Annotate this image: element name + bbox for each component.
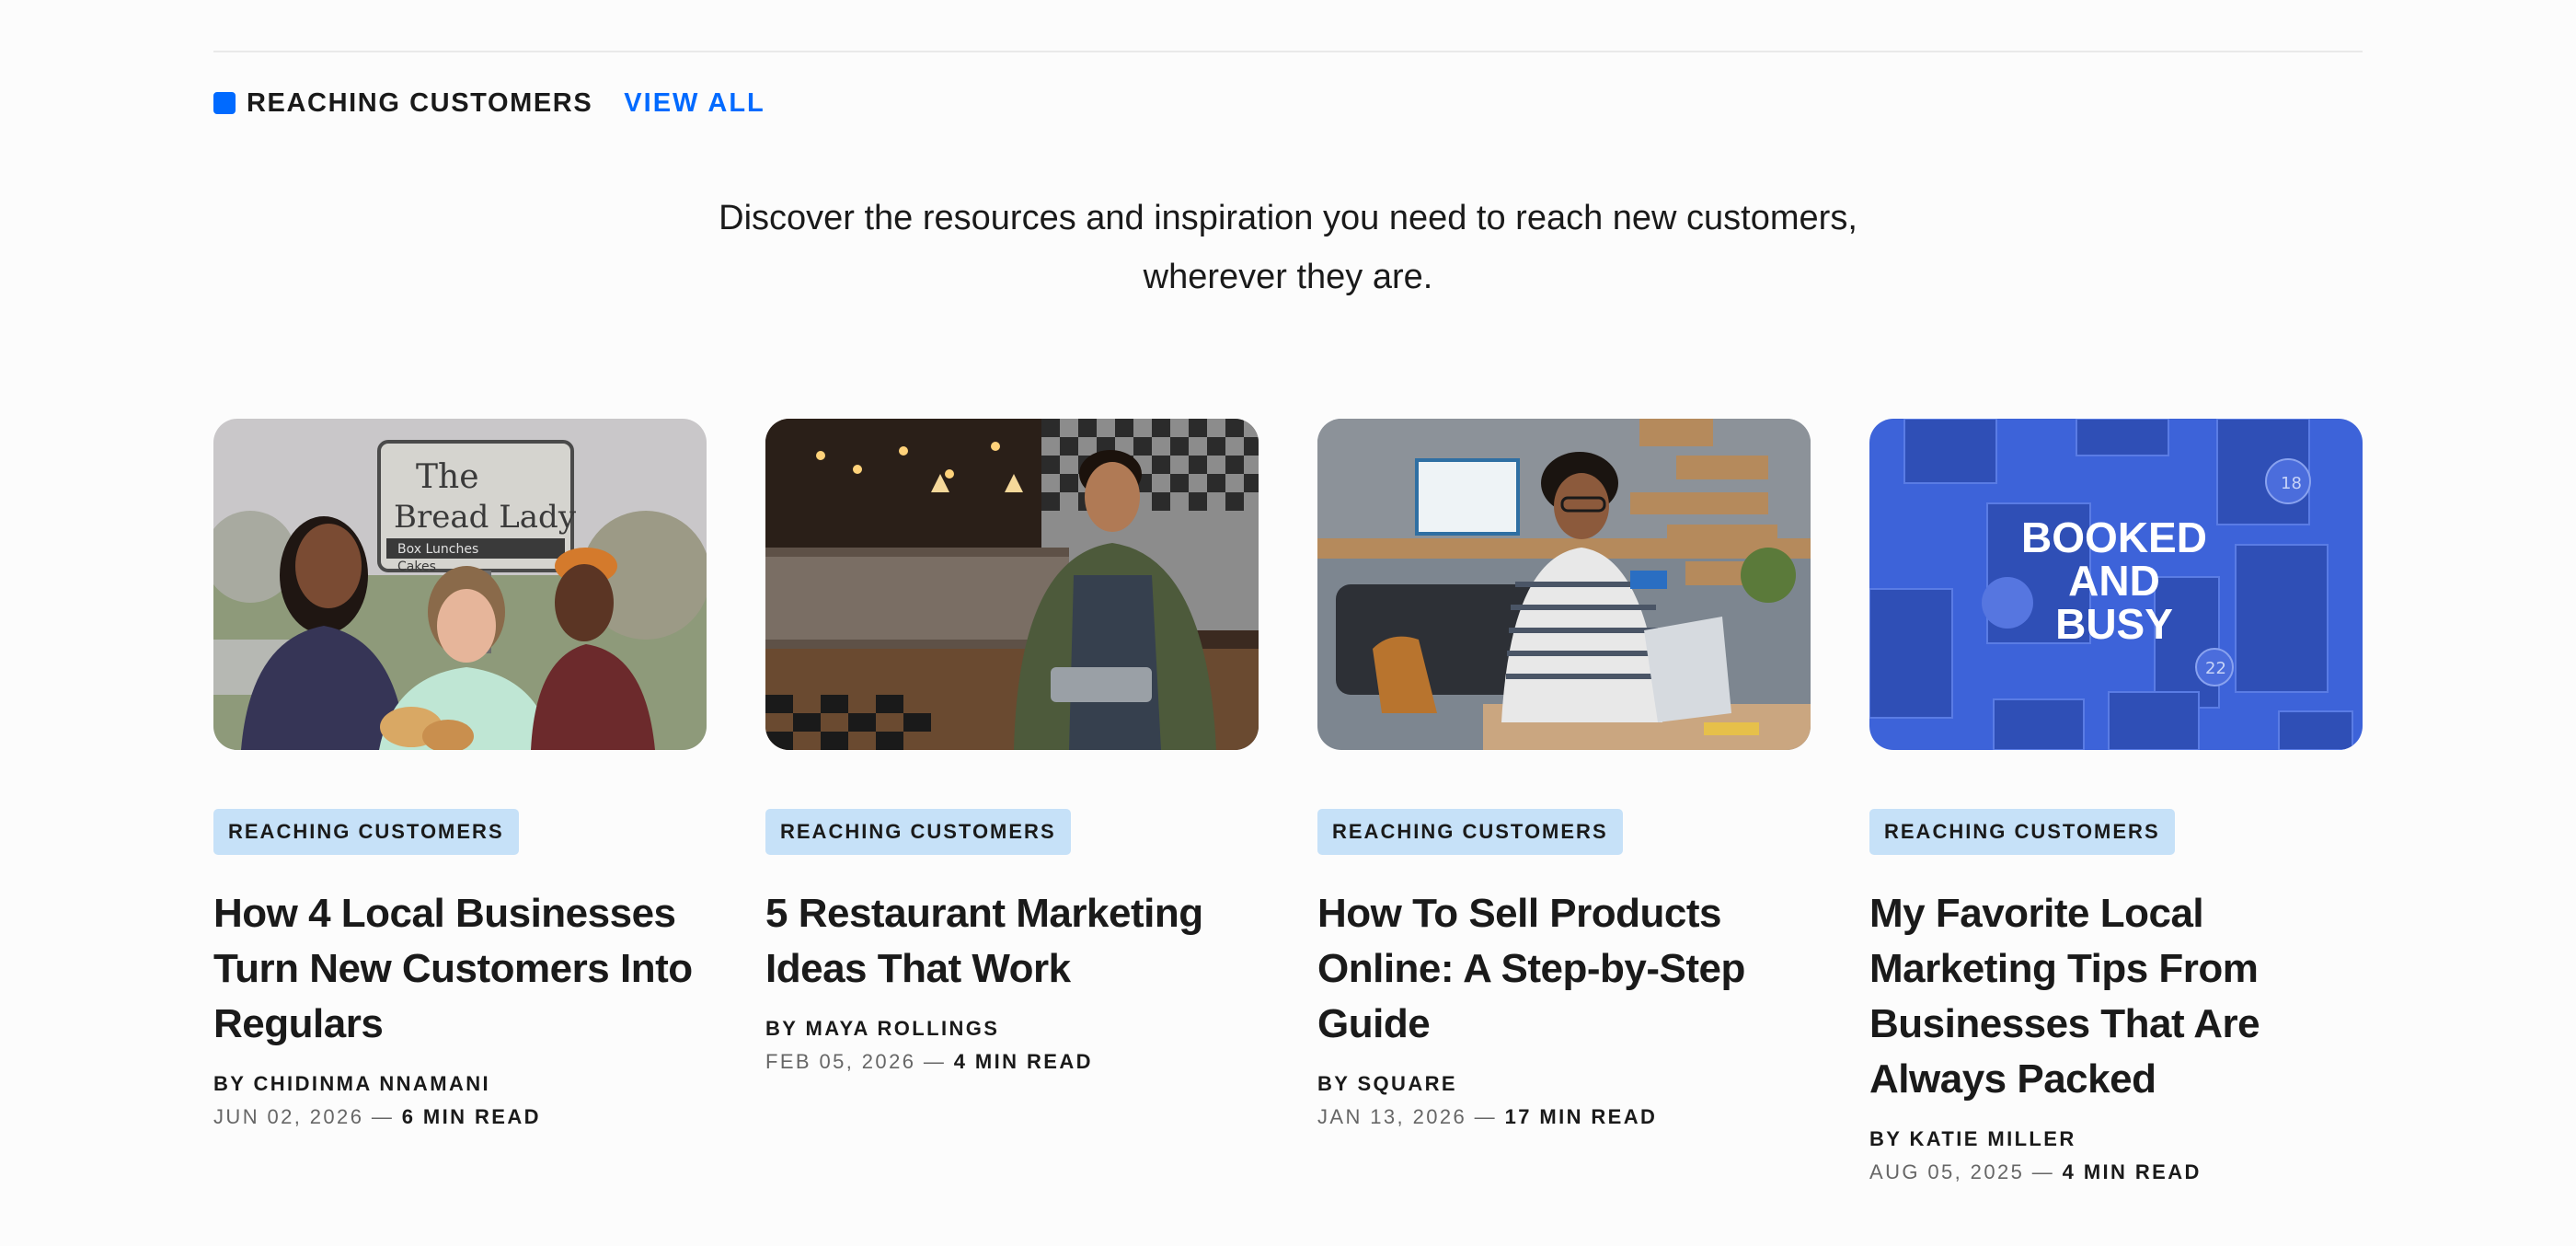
section-intro: Discover the resources and inspiration y… — [719, 199, 1857, 296]
section-title: REACHING CUSTOMERS — [247, 87, 593, 118]
article-meta: JUN 02, 2026 — 6 MIN READ — [213, 1105, 707, 1129]
article-meta: JAN 13, 2026 — 17 MIN READ — [1317, 1105, 1811, 1129]
article-date: JAN 13, 2026 — [1317, 1105, 1467, 1128]
read-time: 4 MIN READ — [2062, 1160, 2202, 1183]
article-title[interactable]: My Favorite Local Marketing Tips From Bu… — [1869, 886, 2363, 1107]
sign-text-the: The — [416, 458, 479, 496]
category-tag[interactable]: REACHING CUSTOMERS — [1869, 809, 2175, 855]
article-author: BY CHIDINMA NNAMANI — [213, 1072, 491, 1095]
article-author: BY KATIE MILLER — [1869, 1127, 2076, 1150]
badge-number-18: 18 — [2281, 474, 2302, 493]
article-image-booked-and-busy[interactable]: 18 22 BOOKED AND BUSY — [1869, 419, 2363, 750]
article-card[interactable]: REACHING CUSTOMERS How To Sell Products … — [1317, 419, 1811, 1184]
meta-separator: — — [363, 1105, 402, 1128]
online-shopping-photo — [1317, 419, 1811, 750]
article-card[interactable]: REACHING CUSTOMERS 5 Restaurant Marketin… — [765, 419, 1259, 1184]
article-meta: AUG 05, 2025 — 4 MIN READ — [1869, 1160, 2363, 1184]
sign-text-box-lunches: Box Lunches — [397, 542, 478, 557]
article-meta: FEB 05, 2026 — 4 MIN READ — [765, 1050, 1259, 1074]
article-card[interactable]: The Bread Lady Box Lunches Cakes REACHIN… — [213, 419, 707, 1184]
read-time: 4 MIN READ — [953, 1050, 1093, 1073]
article-author: BY SQUARE — [1317, 1072, 1457, 1095]
busy-text: BUSY — [2055, 600, 2173, 648]
article-date: JUN 02, 2026 — [213, 1105, 364, 1128]
article-title[interactable]: How 4 Local Businesses Turn New Customer… — [213, 886, 707, 1052]
booked-and-busy-graphic: 18 22 BOOKED AND BUSY — [1869, 419, 2363, 750]
view-all-link[interactable]: VIEW ALL — [624, 88, 765, 119]
article-image-online-shopping[interactable] — [1317, 419, 1811, 750]
top-divider — [213, 51, 2363, 52]
article-title[interactable]: How To Sell Products Online: A Step-by-S… — [1317, 886, 1811, 1052]
read-time: 17 MIN READ — [1504, 1105, 1658, 1128]
article-date: AUG 05, 2025 — [1869, 1160, 2025, 1183]
badge-number-22: 22 — [2205, 659, 2226, 678]
article-date: FEB 05, 2026 — [765, 1050, 916, 1073]
sign-text-cakes: Cakes — [397, 560, 436, 574]
category-tag[interactable]: REACHING CUSTOMERS — [765, 809, 1071, 855]
section-header: REACHING CUSTOMERS VIEW ALL — [213, 85, 765, 121]
article-image-restaurant[interactable] — [765, 419, 1259, 750]
bread-lady-photo: The Bread Lady Box Lunches Cakes — [213, 419, 707, 750]
meta-separator: — — [915, 1050, 954, 1073]
category-tag[interactable]: REACHING CUSTOMERS — [213, 809, 519, 855]
meta-separator: — — [2024, 1160, 2063, 1183]
article-title[interactable]: 5 Restaurant Marketing Ideas That Work — [765, 886, 1259, 997]
category-tag[interactable]: REACHING CUSTOMERS — [1317, 809, 1623, 855]
and-text: AND — [2068, 557, 2160, 605]
article-image-bread-lady[interactable]: The Bread Lady Box Lunches Cakes — [213, 419, 707, 750]
booked-text: BOOKED — [2021, 513, 2207, 561]
meta-separator: — — [1466, 1105, 1505, 1128]
section-square-icon — [213, 92, 236, 114]
article-card-list: The Bread Lady Box Lunches Cakes REACHIN… — [213, 419, 2363, 1184]
restaurant-photo — [765, 419, 1259, 750]
article-card[interactable]: 18 22 BOOKED AND BUSY REACHING CUSTOMERS… — [1869, 419, 2363, 1184]
read-time: 6 MIN READ — [401, 1105, 541, 1128]
article-author: BY MAYA ROLLINGS — [765, 1017, 1000, 1040]
sign-text-bread-lady: Bread Lady — [394, 499, 577, 536]
